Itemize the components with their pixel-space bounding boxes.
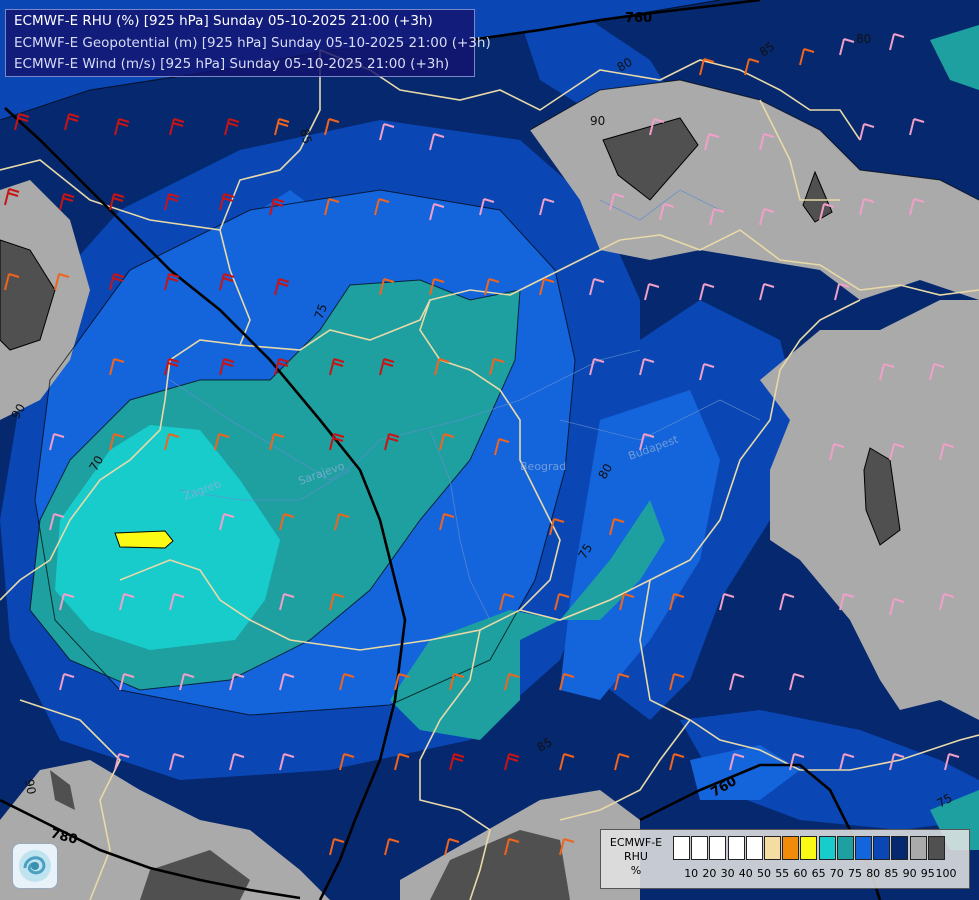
legend-tick-label: 75 <box>848 867 862 880</box>
legend-tick-label: 10 <box>684 867 699 880</box>
title-wind: ECMWF-E Wind (m/s) [925 hPa] Sunday 05-1… <box>14 56 450 72</box>
legend-swatch <box>673 836 690 860</box>
legend-swatch <box>818 836 836 860</box>
rhu-label: 80 <box>856 32 871 46</box>
legend-swatch <box>891 836 909 860</box>
legend-swatch <box>836 836 854 860</box>
ecmwf-logo-icon <box>12 843 58 889</box>
color-legend: ECMWF-E RHU % 10 20 30 40 50 55 60 65 70 75 80 85 90… <box>600 829 970 889</box>
rhu-map: 760 780 760 85 80 90 85 75 70 90 80 75 8… <box>0 0 979 900</box>
legend-tick-label: 55 <box>775 867 790 880</box>
legend-swatch <box>800 836 818 860</box>
legend-swatch <box>855 836 872 860</box>
legend-tick-label: 85 <box>884 867 899 880</box>
legend-swatch <box>782 836 800 860</box>
legend-swatch <box>873 836 891 860</box>
legend-tick-label: 100 <box>935 867 957 880</box>
rhu-label: 90 <box>590 114 605 128</box>
legend-tick-label: 70 <box>829 867 844 880</box>
legend-swatch <box>727 836 745 860</box>
legend-tick-label: 20 <box>702 867 717 880</box>
legend-tick-label: 80 <box>866 867 881 880</box>
rhu-label: 90 <box>22 778 38 795</box>
legend-swatch <box>745 836 763 860</box>
title-panel: ECMWF-E RHU (%) [925 hPa] Sunday 05-10-2… <box>5 9 491 77</box>
legend-tick-label: 95 <box>920 867 935 880</box>
legend-title-line2: RHU <box>624 850 648 863</box>
geopotential-label: 760 <box>625 11 652 26</box>
legend-tick-label: 65 <box>811 867 826 880</box>
legend-tick-label: 40 <box>738 867 753 880</box>
title-geopotential: ECMWF-E Geopotential (m) [925 hPa] Sunda… <box>14 35 491 51</box>
title-rhu: ECMWF-E RHU (%) [925 hPa] Sunday 05-10-2… <box>14 13 433 29</box>
rhu-band-65 <box>114 530 174 549</box>
legend-tick-label: 90 <box>902 867 917 880</box>
legend-swatch <box>909 836 927 860</box>
legend-tick-label: 30 <box>720 867 735 880</box>
legend-swatch <box>927 836 945 860</box>
city-label: Beograd <box>520 460 566 473</box>
legend-swatch <box>764 836 781 860</box>
legend-swatch <box>691 836 709 860</box>
legend-tick-label: 50 <box>757 867 771 880</box>
map-viewer: 760 780 760 85 80 90 85 75 70 90 80 75 8… <box>0 0 979 900</box>
legend-swatch <box>709 836 727 860</box>
legend-unit: % <box>630 864 642 877</box>
legend-title: ECMWF-E RHU % <box>605 836 667 878</box>
legend-tick-label: 60 <box>793 867 808 880</box>
legend-title-line1: ECMWF-E <box>609 836 663 849</box>
